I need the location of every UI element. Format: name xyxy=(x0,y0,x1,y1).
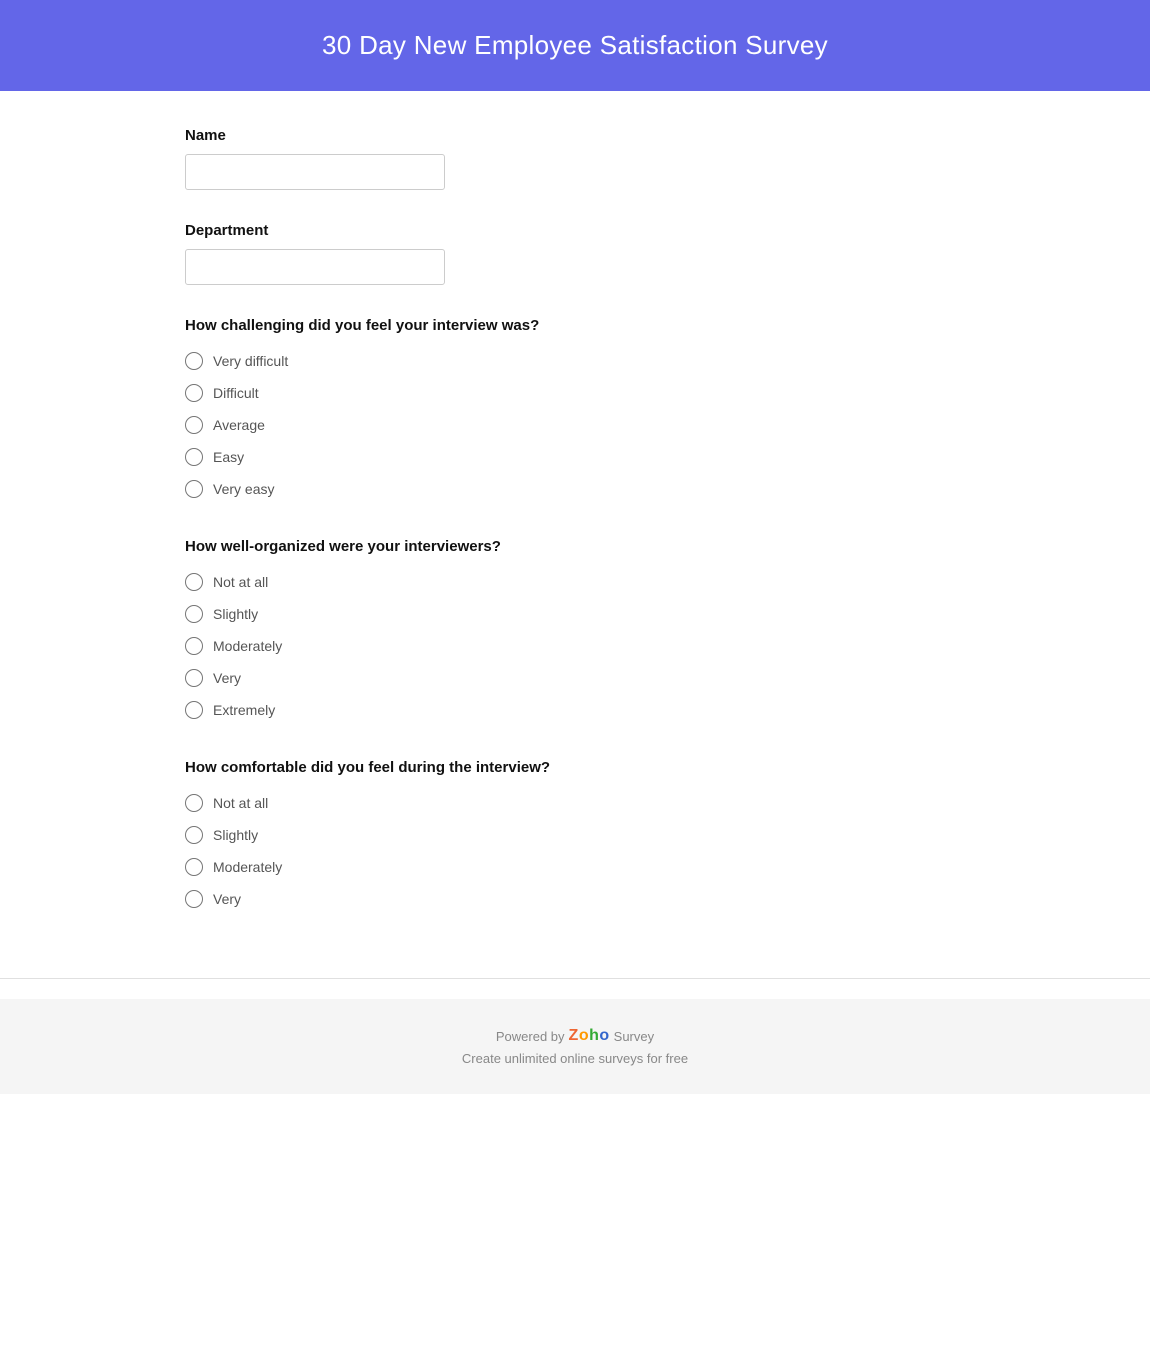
powered-by-text: Powered by xyxy=(496,1029,565,1044)
department-input[interactable] xyxy=(185,249,445,285)
department-label: Department xyxy=(185,222,965,239)
q2-option-5[interactable]: Extremely xyxy=(185,701,965,719)
powered-by-line: Powered by Zoho Survey xyxy=(20,1027,1130,1045)
name-field-group: Name xyxy=(185,127,965,190)
q3-radio-3[interactable] xyxy=(185,858,203,876)
q3-option-1[interactable]: Not at all xyxy=(185,794,965,812)
q2-label-2: Slightly xyxy=(213,606,258,622)
q1-option-3[interactable]: Average xyxy=(185,416,965,434)
q1-label-5: Very easy xyxy=(213,481,274,497)
q1-radio-2[interactable] xyxy=(185,384,203,402)
question-1-group: How challenging did you feel your interv… xyxy=(185,317,965,498)
q3-radio-2[interactable] xyxy=(185,826,203,844)
q1-option-2[interactable]: Difficult xyxy=(185,384,965,402)
zoho-logo: Zoho xyxy=(569,1027,610,1045)
q2-option-3[interactable]: Moderately xyxy=(185,637,965,655)
form-content: Name Department How challenging did you … xyxy=(125,91,1025,968)
header: 30 Day New Employee Satisfaction Survey xyxy=(0,0,1150,91)
q3-radio-1[interactable] xyxy=(185,794,203,812)
q2-radio-2[interactable] xyxy=(185,605,203,623)
q2-label-4: Very xyxy=(213,670,241,686)
q2-option-4[interactable]: Very xyxy=(185,669,965,687)
q2-radio-5[interactable] xyxy=(185,701,203,719)
question-2-group: How well-organized were your interviewer… xyxy=(185,538,965,719)
q1-option-4[interactable]: Easy xyxy=(185,448,965,466)
brand-name: Survey xyxy=(614,1029,654,1044)
q1-radio-1[interactable] xyxy=(185,352,203,370)
q2-radio-1[interactable] xyxy=(185,573,203,591)
footer-divider xyxy=(0,978,1150,979)
department-field-group: Department xyxy=(185,222,965,285)
q1-label-3: Average xyxy=(213,417,265,433)
footer: Powered by Zoho Survey Create unlimited … xyxy=(0,999,1150,1094)
q1-option-5[interactable]: Very easy xyxy=(185,480,965,498)
q1-radio-4[interactable] xyxy=(185,448,203,466)
name-label: Name xyxy=(185,127,965,144)
q3-option-2[interactable]: Slightly xyxy=(185,826,965,844)
q2-radio-3[interactable] xyxy=(185,637,203,655)
question-2-text: How well-organized were your interviewer… xyxy=(185,538,965,555)
q1-label-1: Very difficult xyxy=(213,353,288,369)
name-input[interactable] xyxy=(185,154,445,190)
q1-option-1[interactable]: Very difficult xyxy=(185,352,965,370)
q3-label-4: Very xyxy=(213,891,241,907)
question-3-group: How comfortable did you feel during the … xyxy=(185,759,965,908)
footer-tagline: Create unlimited online surveys for free xyxy=(20,1051,1130,1066)
q2-radio-4[interactable] xyxy=(185,669,203,687)
q1-radio-3[interactable] xyxy=(185,416,203,434)
q3-label-3: Moderately xyxy=(213,859,282,875)
q3-label-1: Not at all xyxy=(213,795,268,811)
q2-option-1[interactable]: Not at all xyxy=(185,573,965,591)
q2-option-2[interactable]: Slightly xyxy=(185,605,965,623)
q3-radio-4[interactable] xyxy=(185,890,203,908)
q1-label-2: Difficult xyxy=(213,385,259,401)
q3-option-4[interactable]: Very xyxy=(185,890,965,908)
question-1-text: How challenging did you feel your interv… xyxy=(185,317,965,334)
survey-title: 30 Day New Employee Satisfaction Survey xyxy=(20,30,1130,61)
q2-label-3: Moderately xyxy=(213,638,282,654)
q3-option-3[interactable]: Moderately xyxy=(185,858,965,876)
q1-label-4: Easy xyxy=(213,449,244,465)
q2-label-5: Extremely xyxy=(213,702,275,718)
q2-label-1: Not at all xyxy=(213,574,268,590)
q3-label-2: Slightly xyxy=(213,827,258,843)
q1-radio-5[interactable] xyxy=(185,480,203,498)
question-3-text: How comfortable did you feel during the … xyxy=(185,759,965,776)
